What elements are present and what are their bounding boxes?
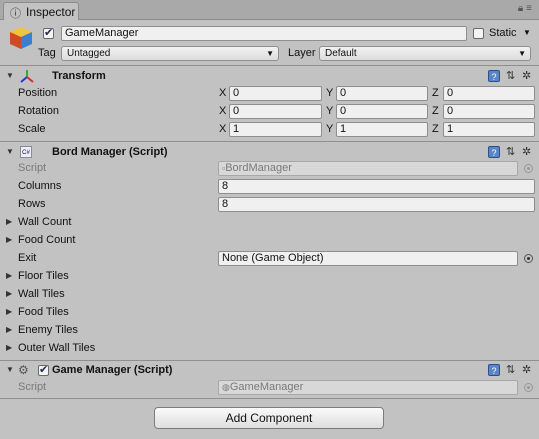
divider bbox=[0, 65, 539, 66]
gameobject-cube-icon bbox=[10, 27, 32, 49]
window-controls: 🔒︎≡ bbox=[518, 3, 535, 14]
tab-bar: ⓘ Inspector 🔒︎≡ bbox=[0, 0, 539, 20]
static-checkbox[interactable] bbox=[473, 28, 484, 39]
script-value: BordManager bbox=[225, 162, 292, 174]
object-picker-icon[interactable] bbox=[524, 254, 533, 263]
gear-icon[interactable]: ✲ bbox=[522, 145, 531, 158]
tag-dropdown[interactable]: Untagged ▼ bbox=[61, 46, 279, 61]
active-checkbox[interactable] bbox=[43, 26, 54, 39]
bord-manager-title: Bord Manager (Script) bbox=[52, 146, 168, 158]
foldout-expanded-icon[interactable]: ▼ bbox=[6, 365, 14, 374]
foldout-collapsed-icon[interactable]: ▶ bbox=[6, 325, 12, 334]
foldout-collapsed-icon[interactable]: ▶ bbox=[6, 235, 12, 244]
divider bbox=[0, 360, 539, 361]
tag-label: Tag bbox=[38, 47, 56, 59]
columns-field[interactable]: 8 bbox=[218, 179, 535, 194]
script-gear-icon: ⚙ bbox=[18, 363, 29, 377]
preset-icon[interactable]: ⇅ bbox=[506, 145, 515, 158]
rotation-label: Rotation bbox=[18, 105, 59, 117]
tab-label: Inspector bbox=[26, 5, 76, 19]
divider bbox=[0, 398, 539, 399]
script-label: Script bbox=[18, 381, 47, 393]
axis-z-label: Z bbox=[432, 87, 439, 99]
exit-field[interactable]: None (Game Object) bbox=[218, 251, 518, 266]
layer-value: Default bbox=[325, 48, 357, 59]
outer-wall-tiles-foldout[interactable]: Outer Wall Tiles bbox=[18, 342, 95, 354]
axis-z-label: Z bbox=[432, 105, 439, 117]
add-component-button[interactable]: Add Component bbox=[154, 407, 384, 429]
foldout-collapsed-icon[interactable]: ▶ bbox=[6, 217, 12, 226]
transform-icon bbox=[20, 70, 34, 83]
menu-icon[interactable]: ≡ bbox=[526, 3, 535, 14]
foldout-expanded-icon[interactable]: ▼ bbox=[6, 147, 14, 156]
scale-label: Scale bbox=[18, 123, 46, 135]
script-file-icon: ◍ bbox=[222, 382, 230, 392]
rows-field[interactable]: 8 bbox=[218, 197, 535, 212]
tab-inspector[interactable]: ⓘ Inspector bbox=[3, 2, 79, 20]
transform-title: Transform bbox=[52, 70, 106, 82]
position-x-field[interactable]: 0 bbox=[229, 86, 322, 101]
axis-y-label: Y bbox=[326, 87, 334, 99]
script-value: GameManager bbox=[229, 381, 304, 393]
object-picker-icon bbox=[524, 383, 533, 392]
axis-z-label: Z bbox=[432, 123, 439, 135]
foldout-collapsed-icon[interactable]: ▶ bbox=[6, 289, 12, 298]
food-tiles-foldout[interactable]: Food Tiles bbox=[18, 306, 69, 318]
axis-y-label: Y bbox=[326, 105, 334, 117]
enemy-tiles-foldout[interactable]: Enemy Tiles bbox=[18, 324, 78, 336]
axis-x-label: X bbox=[219, 123, 227, 135]
tag-value: Untagged bbox=[67, 48, 111, 59]
object-name-field[interactable]: GameManager bbox=[61, 26, 467, 41]
axis-x-label: X bbox=[219, 105, 227, 117]
script-field: ▫BordManager bbox=[218, 161, 518, 176]
lock-icon[interactable]: 🔒︎ bbox=[518, 3, 526, 14]
foldout-collapsed-icon[interactable]: ▶ bbox=[6, 271, 12, 280]
info-icon: ⓘ bbox=[10, 8, 21, 20]
rows-label: Rows bbox=[18, 198, 46, 210]
foldout-expanded-icon[interactable]: ▼ bbox=[6, 71, 14, 80]
chevron-down-icon: ▼ bbox=[518, 49, 526, 58]
rotation-x-field[interactable]: 0 bbox=[229, 104, 322, 119]
game-manager-header[interactable]: ▼ ⚙ Game Manager (Script) ? ⇅ ✲ bbox=[0, 362, 539, 379]
axis-y-label: Y bbox=[326, 123, 334, 135]
help-icon[interactable]: ? bbox=[488, 146, 500, 158]
object-picker-icon bbox=[524, 164, 533, 173]
script-icon: C# bbox=[20, 146, 32, 158]
game-manager-enabled-checkbox[interactable] bbox=[38, 363, 49, 376]
rotation-z-field[interactable]: 0 bbox=[443, 104, 535, 119]
script-label: Script bbox=[18, 162, 47, 174]
script-field: ◍GameManager bbox=[218, 380, 518, 395]
position-y-field[interactable]: 0 bbox=[336, 86, 428, 101]
bord-manager-header[interactable]: ▼ C# Bord Manager (Script) ? ⇅ ✲ bbox=[0, 144, 539, 161]
gear-icon[interactable]: ✲ bbox=[522, 363, 531, 376]
divider bbox=[0, 141, 539, 142]
transform-header[interactable]: ▼ Transform ? ⇅ ✲ bbox=[0, 68, 539, 85]
static-label: Static bbox=[489, 27, 517, 39]
axis-x-label: X bbox=[219, 87, 227, 99]
help-icon[interactable]: ? bbox=[488, 70, 500, 82]
scale-x-field[interactable]: 1 bbox=[229, 122, 322, 137]
preset-icon[interactable]: ⇅ bbox=[506, 69, 515, 82]
help-icon[interactable]: ? bbox=[488, 364, 500, 376]
position-z-field[interactable]: 0 bbox=[443, 86, 535, 101]
wall-tiles-foldout[interactable]: Wall Tiles bbox=[18, 288, 65, 300]
floor-tiles-foldout[interactable]: Floor Tiles bbox=[18, 270, 69, 282]
foldout-collapsed-icon[interactable]: ▶ bbox=[6, 307, 12, 316]
food-count-foldout[interactable]: Food Count bbox=[18, 234, 75, 246]
position-label: Position bbox=[18, 87, 58, 99]
exit-label: Exit bbox=[18, 252, 37, 264]
columns-label: Columns bbox=[18, 180, 62, 192]
chevron-down-icon: ▼ bbox=[266, 49, 274, 58]
gear-icon[interactable]: ✲ bbox=[522, 69, 531, 82]
game-manager-title: Game Manager (Script) bbox=[52, 364, 173, 376]
scale-z-field[interactable]: 1 bbox=[443, 122, 535, 137]
static-dropdown-arrow-icon[interactable]: ▼ bbox=[523, 28, 531, 37]
scale-y-field[interactable]: 1 bbox=[336, 122, 428, 137]
layer-dropdown[interactable]: Default ▼ bbox=[319, 46, 531, 61]
layer-label: Layer bbox=[288, 47, 316, 59]
preset-icon[interactable]: ⇅ bbox=[506, 363, 515, 376]
rotation-y-field[interactable]: 0 bbox=[336, 104, 428, 119]
wall-count-foldout[interactable]: Wall Count bbox=[18, 216, 71, 228]
foldout-collapsed-icon[interactable]: ▶ bbox=[6, 343, 12, 352]
